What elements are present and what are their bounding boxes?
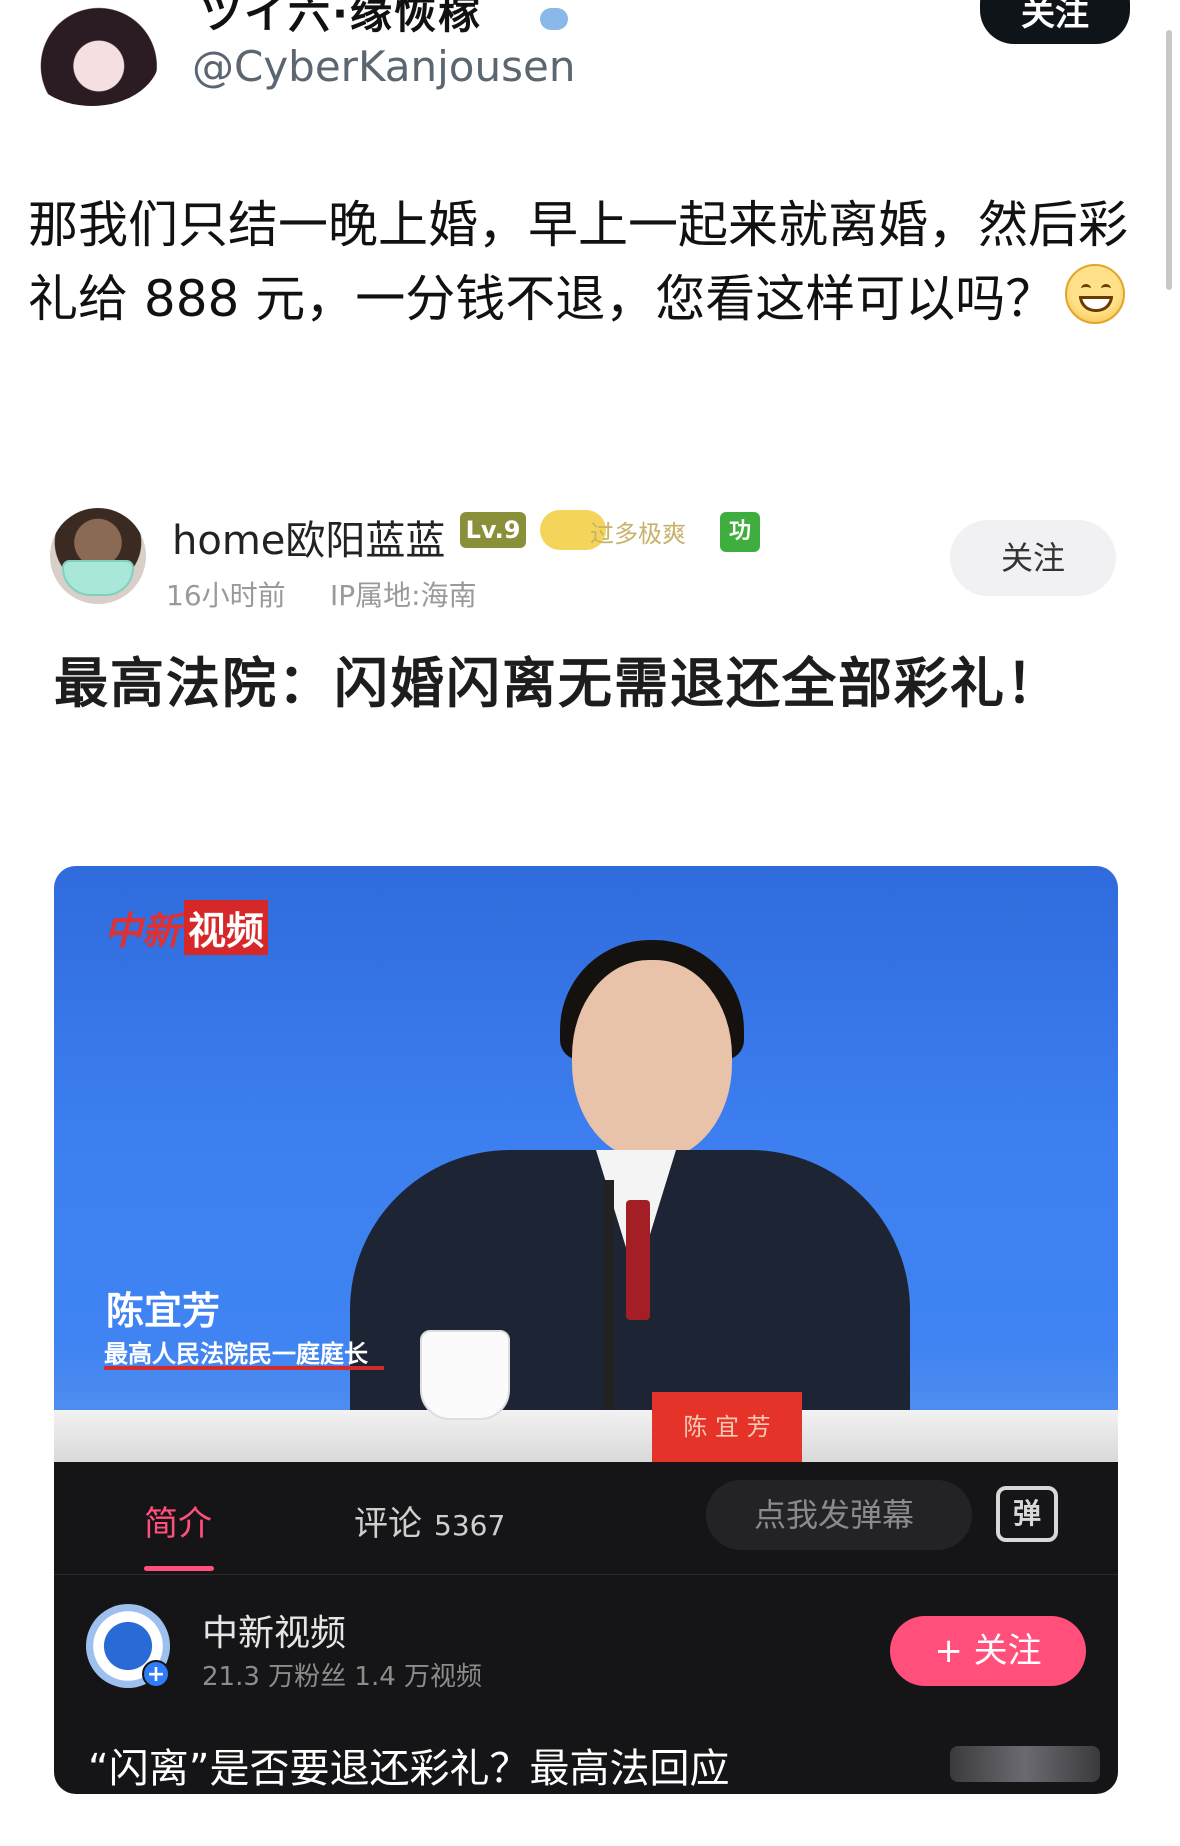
caption-underline bbox=[104, 1366, 384, 1370]
comment-count: 5367 bbox=[434, 1509, 506, 1542]
tab-comments[interactable]: 评论 5367 bbox=[354, 1496, 505, 1545]
tweet-follow-button[interactable]: 关注 bbox=[980, 0, 1130, 44]
scrollbar[interactable] bbox=[1166, 30, 1172, 290]
video-channel-logo: 中新 视频 bbox=[104, 900, 269, 955]
logo-prefix: 中新 bbox=[104, 909, 181, 953]
weibo-follow-button[interactable]: 关注 bbox=[950, 520, 1116, 596]
weibo-username[interactable]: home欧阳蓝蓝 bbox=[172, 508, 445, 566]
tab-intro[interactable]: 简介 bbox=[144, 1496, 212, 1545]
tweet-handle[interactable]: @CyberKanjousen bbox=[192, 42, 575, 91]
gold-badge-label: 过多极爽 bbox=[590, 520, 686, 548]
ip-location: IP属地:海南 bbox=[330, 579, 477, 612]
green-badge: 功 bbox=[720, 512, 760, 552]
speaker-face bbox=[572, 960, 732, 1160]
danmaku-toggle-icon[interactable]: 弹 bbox=[996, 1486, 1058, 1542]
post-time: 16小时前 bbox=[166, 579, 286, 612]
verified-badge-icon bbox=[540, 8, 568, 30]
tweet-display-name[interactable]: ツイ六·缘恢稼 bbox=[200, 0, 482, 41]
grinning-face-icon bbox=[1065, 264, 1126, 324]
microphone-icon bbox=[604, 1180, 614, 1410]
panel-divider bbox=[54, 1574, 1118, 1575]
tab-comments-label: 评论 bbox=[354, 1504, 422, 1544]
tweet-avatar[interactable] bbox=[24, 6, 160, 106]
desk bbox=[54, 1410, 1118, 1462]
video-title: “闪离”是否要退还彩礼？最高法回应 bbox=[88, 1746, 730, 1792]
add-channel-icon[interactable]: + bbox=[142, 1660, 170, 1688]
nameplate: 陈 宜 芳 bbox=[652, 1392, 802, 1462]
channel-name[interactable]: 中新视频 bbox=[202, 1604, 346, 1656]
teacup-icon bbox=[420, 1330, 510, 1420]
logo-suffix: 视频 bbox=[184, 900, 269, 955]
danmaku-input[interactable]: 点我发弹幕 bbox=[706, 1480, 972, 1550]
tweet-text: 那我们只结一晚上婚，早上一起来就离婚，然后彩礼给 888 元，一分钱不退，您看这… bbox=[28, 188, 1158, 336]
channel-follow-button[interactable]: + 关注 bbox=[890, 1616, 1086, 1686]
active-tab-indicator bbox=[144, 1566, 214, 1571]
caption-name: 陈宜芳 bbox=[106, 1289, 221, 1333]
post-title: 最高法院：闪婚闪离无需退还全部彩礼！ bbox=[54, 652, 1062, 715]
speaker-tie bbox=[626, 1200, 650, 1320]
channel-stats: 21.3 万粉丝 1.4 万视频 bbox=[202, 1662, 483, 1692]
caption-role: 最高人民法院民一庭庭长 bbox=[104, 1340, 368, 1368]
tweet-text-body: 那我们只结一晚上婚，早上一起来就离婚，然后彩礼给 888 元，一分钱不退，您看这… bbox=[28, 196, 1128, 328]
watermark bbox=[950, 1746, 1100, 1782]
level-badge: Lv.9 bbox=[460, 512, 526, 548]
